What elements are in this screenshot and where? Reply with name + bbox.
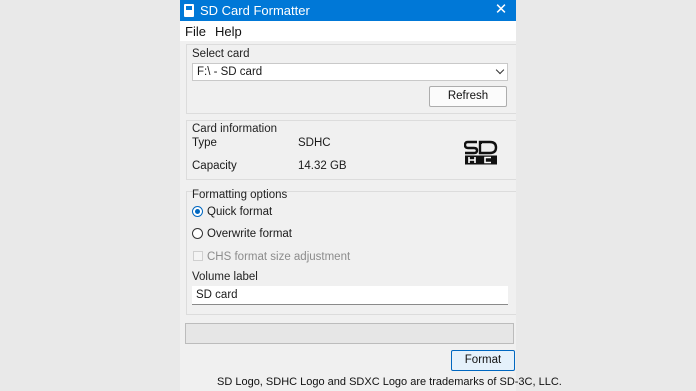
formatting-options-label: Formatting options [192,189,288,201]
volume-label-title: Volume label [192,271,258,283]
capacity-key: Capacity [192,160,237,172]
chs-adjustment-checkbox [193,251,203,261]
select-card-label: Select card [192,48,250,60]
overwrite-format-radio[interactable] [192,228,203,239]
capacity-value: 14.32 GB [298,160,347,172]
sd-card-icon [184,4,194,17]
menu-help[interactable]: Help [215,24,242,39]
volume-label-value: SD card [196,289,238,301]
trademark-notice: SD Logo, SDHC Logo and SDXC Logo are tra… [217,376,562,388]
card-select-value: F:\ - SD card [197,66,263,78]
card-select-dropdown[interactable]: F:\ - SD card [192,63,508,81]
sd-card-formatter-window: SD Card Formatter ✕ File Help Select car… [180,0,562,391]
refresh-button[interactable]: Refresh [429,86,507,107]
volume-label-input[interactable]: SD card [192,286,508,305]
format-progress-bar [185,323,514,344]
overwrite-format-label[interactable]: Overwrite format [207,228,292,240]
title-bar: SD Card Formatter ✕ [180,0,516,21]
quick-format-label[interactable]: Quick format [207,206,272,218]
quick-format-radio[interactable] [192,206,203,217]
menu-bar: File Help [180,21,516,41]
format-button[interactable]: Format [451,350,515,371]
chs-adjustment-label: CHS format size adjustment [207,251,351,263]
type-value: SDHC [298,137,331,149]
card-information-label: Card information [192,123,278,135]
chevron-down-icon [495,65,505,75]
close-button[interactable]: ✕ [486,0,516,21]
type-key: Type [192,137,217,149]
menu-file[interactable]: File [185,24,206,39]
window-title: SD Card Formatter [200,3,310,18]
sdhc-logo-icon [464,140,498,165]
